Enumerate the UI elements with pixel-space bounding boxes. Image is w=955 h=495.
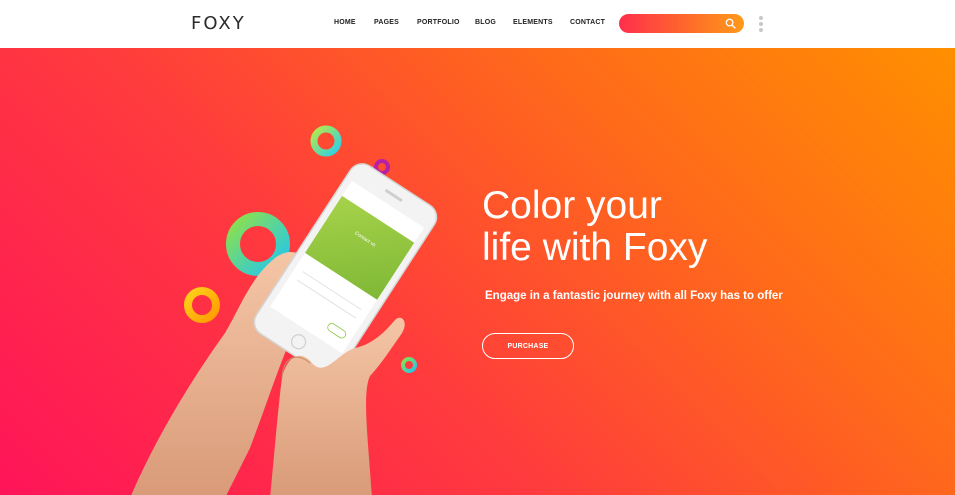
nav-item-elements[interactable]: ELEMENTS	[513, 19, 553, 26]
search-icon[interactable]	[725, 18, 736, 29]
search-input[interactable]	[629, 17, 724, 30]
hero-section: Contact us Color your life with Foxy Eng…	[0, 48, 955, 495]
logo[interactable]: FOXY	[191, 13, 246, 34]
ring-yellow	[184, 287, 220, 323]
nav-item-pages[interactable]: PAGES	[374, 19, 399, 26]
ring-top	[310, 125, 342, 157]
hero-illustration: Contact us	[131, 125, 438, 495]
purchase-button[interactable]: PURCHASE	[482, 333, 574, 359]
nav-item-contact[interactable]: CONTACT	[570, 19, 605, 26]
more-vertical-icon[interactable]	[757, 14, 765, 34]
nav-item-portfolio[interactable]: PORTFOLIO	[417, 19, 460, 26]
hero-subtitle: Engage in a fantastic journey with all F…	[485, 290, 783, 302]
site-header: FOXY HOME PAGES PORTFOLIO BLOG ELEMENTS …	[0, 0, 955, 48]
hero-title: Color your life with Foxy	[482, 185, 707, 269]
hero-title-line1: Color your	[482, 184, 662, 227]
nav-item-home[interactable]: HOME	[334, 19, 356, 26]
search-box[interactable]	[619, 14, 744, 33]
hero-title-line2: life with Foxy	[482, 226, 708, 269]
ring-tiny	[401, 357, 417, 373]
nav-item-blog[interactable]: BLOG	[475, 19, 496, 26]
